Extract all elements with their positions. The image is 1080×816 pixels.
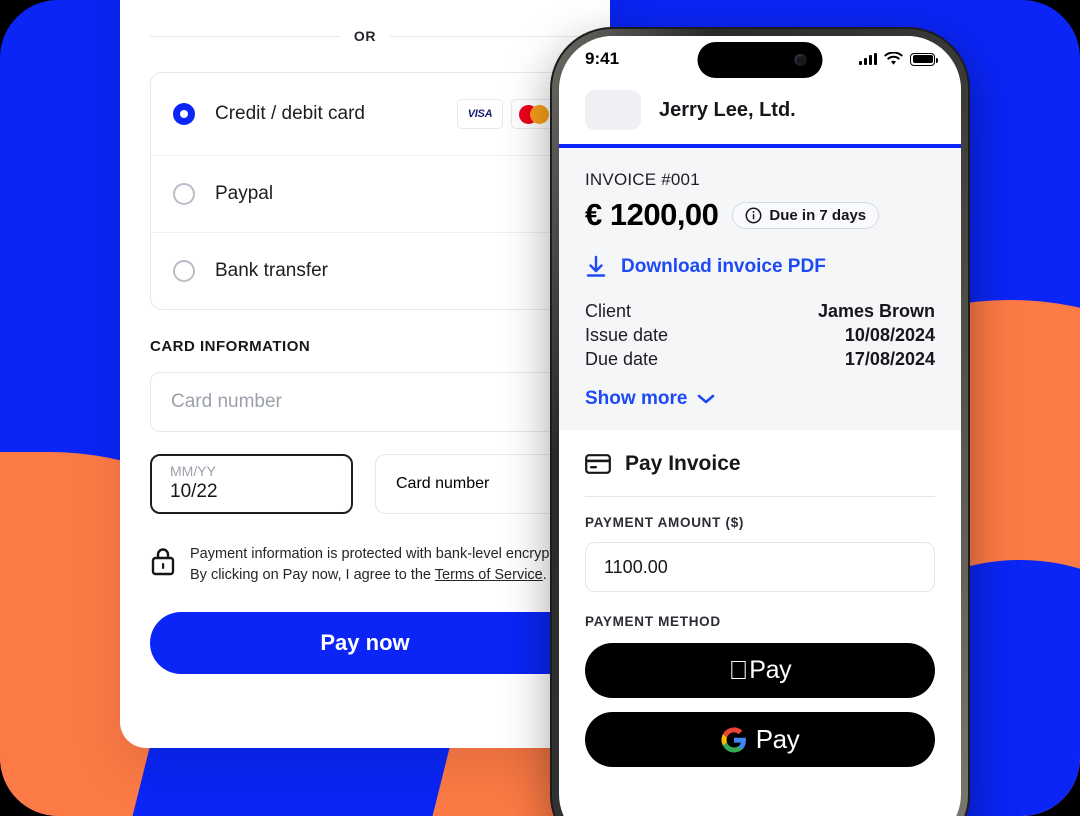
expiry-label: MM/YY — [170, 462, 216, 479]
detail-value: James Brown — [817, 301, 935, 321]
detail-key: Due date — [585, 349, 659, 369]
detail-value: 10/08/2024 — [844, 325, 935, 345]
screenshot-canvas: OR Credit / debit card VISA Paypal Bank … — [0, 0, 1080, 816]
divider — [585, 496, 935, 497]
pay-invoice-header: Pay Invoice — [585, 452, 935, 476]
payment-amount-input[interactable]: 1100.00 — [585, 542, 935, 592]
status-badge: Due in 7 days — [732, 201, 880, 229]
payment-amount-label: PAYMENT AMOUNT ($) — [585, 515, 745, 530]
detail-value: 17/08/2024 — [844, 349, 935, 369]
expiry-value: 10/22 — [170, 481, 218, 503]
show-more-toggle[interactable]: Show more — [585, 388, 935, 410]
apple-pay-label: Pay — [739, 656, 791, 684]
pay-now-button[interactable]: Pay now — [150, 612, 580, 675]
legal-notice: Payment information is protected with ba… — [150, 544, 580, 586]
visa-logo: VISA — [457, 99, 503, 129]
download-invoice-pdf-link[interactable]: Download invoice PDF — [585, 255, 935, 279]
divider-line-right — [390, 35, 581, 37]
payment-method-label: Credit / debit card — [215, 103, 365, 125]
expiry-date-input[interactable]: MM/YY 10/22 — [150, 454, 353, 514]
due-badge-label: Due in 7 days — [769, 206, 867, 224]
payment-method-credit-card[interactable]: Credit / debit card VISA — [151, 73, 579, 156]
pay-invoice-panel: Pay Invoice PAYMENT AMOUNT ($) 1100.00 P… — [559, 430, 961, 767]
payment-method-list: Credit / debit card VISA Paypal Bank tra… — [150, 72, 580, 310]
status-bar: 9:41 — [559, 36, 961, 82]
or-divider: OR — [150, 28, 581, 44]
info-circle-icon — [745, 207, 762, 223]
invoice-amount: € 1200,00 — [585, 197, 719, 232]
status-clock: 9:41 — [585, 49, 620, 68]
payment-method-paypal[interactable]: Paypal — [151, 156, 579, 233]
card-brand-logos: VISA — [457, 99, 557, 129]
apple-logo-icon:  — [729, 657, 749, 683]
status-indicators — [859, 52, 938, 66]
detail-key: Issue date — [585, 325, 669, 345]
detail-row-issue-date: Issue date 10/08/2024 — [585, 325, 935, 346]
invoice-amount-row: € 1200,00 Due in 7 days — [585, 197, 935, 233]
chevron-down-icon — [698, 394, 715, 404]
company-logo-placeholder — [585, 90, 641, 130]
lock-icon — [150, 546, 176, 581]
payment-method-bank-transfer[interactable]: Bank transfer — [151, 233, 579, 309]
app-header: Jerry Lee, Ltd. — [559, 82, 961, 144]
invoice-summary-panel: INVOICE #001 € 1200,00 Due in 7 days Dow… — [559, 148, 961, 430]
apple-pay-button[interactable]:  Pay — [585, 643, 935, 698]
company-name: Jerry Lee, Ltd. — [659, 98, 796, 121]
show-more-label: Show more — [585, 388, 688, 409]
radio-credit-card[interactable] — [173, 103, 195, 125]
detail-key: Client — [585, 301, 632, 321]
card-extra-fields-row: MM/YY 10/22 Card number — [150, 454, 580, 514]
download-icon — [586, 255, 606, 277]
or-label: OR — [353, 28, 377, 44]
google-pay-button[interactable]: Pay — [585, 712, 935, 767]
divider-line-left — [150, 35, 340, 37]
invoice-details-list: Client James Brown Issue date 10/08/2024… — [585, 301, 935, 370]
pay-invoice-title: Pay Invoice — [625, 452, 741, 475]
card-information-heading: CARD INFORMATION — [150, 338, 311, 355]
download-link-label: Download invoice PDF — [621, 256, 826, 277]
detail-row-client: Client James Brown — [585, 301, 935, 322]
phone-mockup: 9:41 Jerry Lee, Ltd. INVOICE #001 € 1200… — [550, 27, 970, 816]
phone-screen: 9:41 Jerry Lee, Ltd. INVOICE #001 € 1200… — [559, 36, 961, 816]
google-g-icon — [721, 726, 746, 752]
card-number-input[interactable]: Card number — [150, 372, 580, 432]
checkout-card: OR Credit / debit card VISA Paypal Bank … — [120, 0, 610, 748]
payment-method-label: Bank transfer — [215, 260, 328, 282]
legal-text: Payment information is protected with ba… — [190, 544, 580, 586]
radio-paypal[interactable] — [173, 183, 195, 205]
payment-method-label: Paypal — [215, 183, 274, 205]
battery-icon — [910, 52, 938, 66]
dynamic-island — [697, 42, 823, 78]
invoice-number: INVOICE #001 — [585, 170, 700, 189]
payment-method-label: PAYMENT METHOD — [585, 614, 721, 629]
legal-period: . — [542, 567, 547, 584]
credit-card-icon — [585, 454, 611, 474]
cellular-bars-icon — [859, 53, 877, 65]
radio-bank-transfer[interactable] — [173, 260, 195, 282]
detail-row-due-date: Due date 17/08/2024 — [585, 349, 935, 370]
wifi-icon — [884, 52, 903, 65]
payment-amount-value: 1100.00 — [604, 556, 668, 577]
terms-of-service-link[interactable]: Terms of Service — [435, 567, 543, 583]
google-pay-label: Pay — [755, 724, 800, 754]
card-number-placeholder: Card number — [171, 391, 282, 412]
cvc-placeholder: Card number — [396, 475, 490, 492]
